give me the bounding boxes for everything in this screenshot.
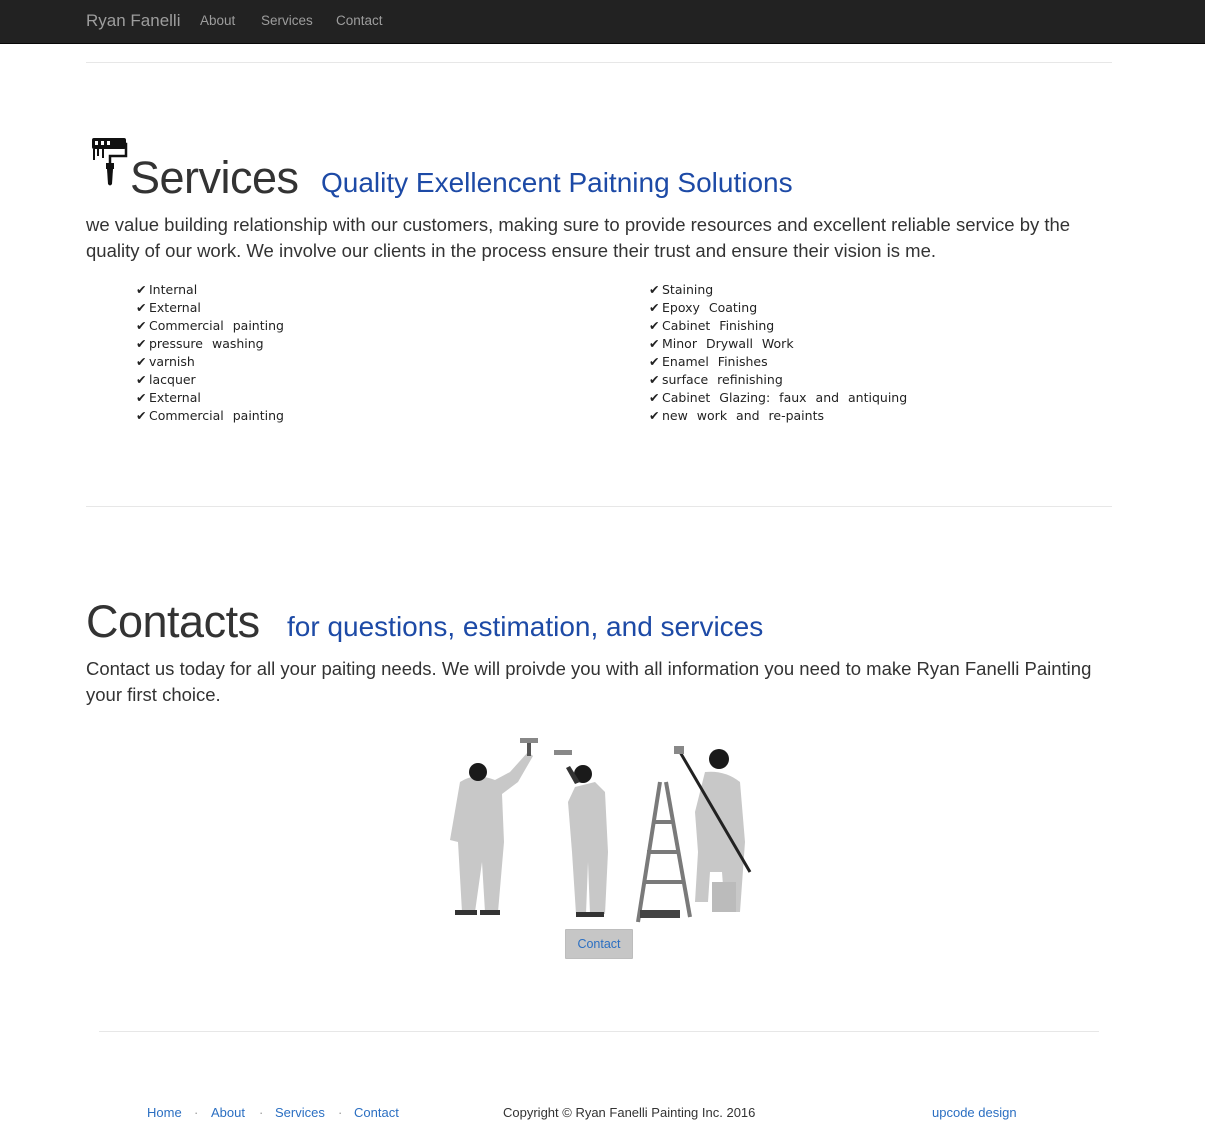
services-list-right: ✔ Staining ✔ Epoxy Coating ✔ Cabinet Finish…	[649, 281, 907, 425]
check-icon: ✔	[136, 300, 147, 315]
top-navbar: Ryan Fanelli About Services Contact	[0, 0, 1205, 44]
footer-link-home[interactable]: Home	[147, 1105, 182, 1120]
check-icon: ✔	[649, 390, 660, 405]
list-item: ✔ Commercial painting	[136, 318, 284, 333]
services-subtitle: Quality Exellencent Paitning Solutions	[321, 167, 793, 198]
services-intro: we value building relationship with our …	[86, 214, 1071, 261]
footer-divider	[99, 1031, 1099, 1032]
list-item: ✔ surface refinishing	[649, 372, 783, 387]
list-item: ✔ pressure washing	[136, 336, 264, 351]
contacts-title: Contacts	[86, 596, 260, 647]
check-icon: ✔	[136, 282, 147, 297]
contacts-intro: Contact us today for all your paiting ne…	[86, 658, 1092, 705]
nav-link-contact[interactable]: Contact	[336, 13, 383, 28]
services-title: Services	[130, 152, 299, 203]
list-item: ✔ new work and re-paints	[649, 408, 824, 423]
check-icon: ✔	[649, 282, 660, 297]
list-item: ✔ Minor Drywall Work	[649, 336, 794, 351]
check-icon: ✔	[136, 336, 147, 351]
check-icon: ✔	[136, 390, 147, 405]
check-icon: ✔	[649, 336, 660, 351]
check-icon: ✔	[136, 408, 147, 423]
copyright-text: Copyright © Ryan Fanelli Painting Inc. 2…	[503, 1105, 756, 1120]
divider	[86, 506, 1112, 507]
divider	[86, 62, 1112, 63]
list-item: ✔ Epoxy Coating	[649, 300, 758, 315]
check-icon: ✔	[136, 372, 147, 387]
check-icon: ✔	[136, 318, 147, 333]
nav-link-about[interactable]: About	[200, 13, 235, 28]
list-item: ✔ Cabinet Finishing	[649, 318, 775, 333]
list-item: ✔ lacquer	[136, 372, 196, 387]
footer-link-contact[interactable]: Contact	[354, 1105, 399, 1120]
check-icon: ✔	[136, 354, 147, 369]
navbar-brand[interactable]: Ryan Fanelli	[86, 11, 181, 31]
list-item: ✔ varnish	[136, 354, 195, 369]
nav-link-services[interactable]: Services	[261, 13, 313, 28]
paint-roller-icon	[92, 138, 128, 186]
contacts-subtitle: for questions, estimation, and services	[287, 611, 764, 642]
check-icon: ✔	[649, 300, 660, 315]
footer-link-about[interactable]: About	[211, 1105, 245, 1120]
check-icon: ✔	[649, 372, 660, 387]
list-item: ✔ External	[136, 390, 201, 405]
check-icon: ✔	[649, 354, 660, 369]
footer-separator: ·	[259, 1105, 264, 1120]
footer-separator: ·	[338, 1105, 343, 1120]
list-item: ✔ Staining	[649, 282, 714, 297]
list-item: ✔ Enamel Finishes	[649, 354, 768, 369]
list-item: ✔ Cabinet Glazing: faux and antiquing	[649, 390, 908, 405]
check-icon: ✔	[649, 318, 660, 333]
contact-button[interactable]: Contact	[565, 929, 633, 959]
footer-separator: ·	[194, 1105, 199, 1120]
list-item: ✔ External	[136, 300, 201, 315]
footer-link-services[interactable]: Services	[275, 1105, 325, 1120]
list-item: ✔ Internal	[136, 282, 198, 297]
services-list-left: ✔ Internal ✔ External ✔ Commercial painting…	[136, 281, 284, 425]
list-item: ✔ Commercial painting	[136, 408, 284, 423]
painters-illustration	[450, 738, 752, 923]
footer-credit-link[interactable]: upcode design	[932, 1105, 1017, 1120]
check-icon: ✔	[649, 408, 660, 423]
